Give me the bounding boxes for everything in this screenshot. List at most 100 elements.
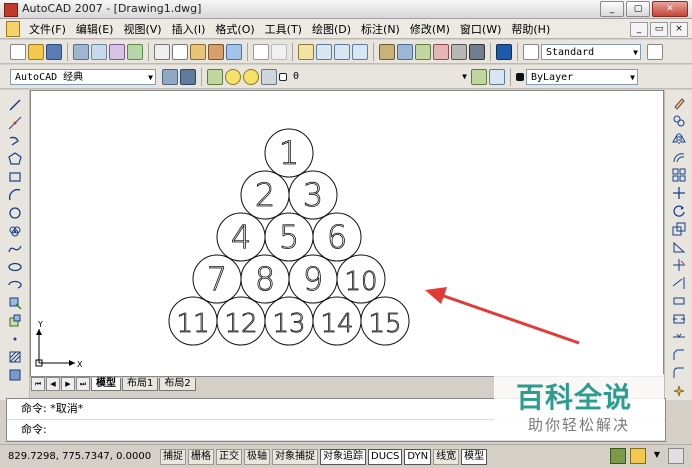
- rotate-icon[interactable]: [672, 204, 686, 218]
- pan-icon[interactable]: [298, 43, 314, 60]
- menu-tools[interactable]: 工具(T): [260, 21, 307, 37]
- copy-icon[interactable]: [172, 43, 188, 60]
- gradient-icon[interactable]: [8, 368, 22, 382]
- workspace-settings-icon[interactable]: [162, 68, 178, 85]
- menu-view[interactable]: 视图(V): [118, 21, 166, 37]
- osnap-toggle[interactable]: 对象捕捉: [272, 448, 318, 465]
- ducs-toggle[interactable]: DUCS: [368, 448, 403, 465]
- minimize-button[interactable]: _: [600, 1, 624, 17]
- ellipse-arc-icon[interactable]: [7, 278, 22, 292]
- fillet-icon[interactable]: [672, 366, 686, 380]
- document-icon[interactable]: [6, 20, 20, 37]
- doc-close-button[interactable]: ×: [670, 22, 688, 37]
- layer-lock-icon[interactable]: [261, 68, 277, 85]
- dimension-style-icon[interactable]: [647, 43, 663, 60]
- break-at-point-icon[interactable]: [672, 294, 686, 308]
- first-tab-icon[interactable]: ⏮: [31, 377, 45, 391]
- polyline-icon[interactable]: [8, 134, 22, 148]
- coordinate-readout[interactable]: 829.7298, 775.7347, 0.0000: [8, 451, 158, 462]
- menu-help[interactable]: 帮助(H): [506, 21, 555, 37]
- help-icon[interactable]: [496, 43, 512, 60]
- erase-icon[interactable]: [672, 96, 686, 110]
- my-workspace-icon[interactable]: [180, 68, 196, 85]
- doc-minimize-button[interactable]: _: [630, 22, 648, 37]
- circle-icon[interactable]: [8, 206, 22, 220]
- autocad-app-icon[interactable]: [4, 3, 18, 17]
- line-icon[interactable]: [8, 98, 22, 112]
- print-preview-icon[interactable]: [91, 43, 107, 60]
- make-block-icon[interactable]: [8, 314, 22, 328]
- ellipse-icon[interactable]: [7, 260, 22, 274]
- quickcalc-icon[interactable]: [469, 43, 485, 60]
- mirror-icon[interactable]: [671, 132, 686, 146]
- offset-icon[interactable]: [672, 150, 686, 164]
- break-icon[interactable]: [672, 312, 686, 326]
- otrack-toggle[interactable]: 对象追踪: [320, 448, 366, 465]
- maximize-button[interactable]: ▢: [626, 1, 650, 17]
- lineweight-toggle[interactable]: 线宽: [433, 448, 460, 465]
- lock-icon[interactable]: [630, 448, 646, 464]
- extend-icon[interactable]: [672, 276, 686, 290]
- layer-on-bulb-icon[interactable]: [225, 68, 241, 85]
- menu-dimension[interactable]: 标注(N): [356, 21, 405, 37]
- cut-icon[interactable]: [154, 43, 170, 60]
- make-object-layer-current-icon[interactable]: [471, 68, 487, 85]
- last-tab-icon[interactable]: ⏭: [76, 377, 90, 391]
- scale-icon[interactable]: [672, 222, 686, 236]
- chamfer-icon[interactable]: [672, 348, 686, 362]
- redo-icon[interactable]: [271, 43, 287, 60]
- array-icon[interactable]: [672, 168, 686, 182]
- communication-center-icon[interactable]: [610, 448, 626, 464]
- layer-properties-icon[interactable]: [207, 68, 223, 85]
- menu-modify[interactable]: 修改(M): [405, 21, 455, 37]
- text-style-icon[interactable]: [523, 43, 539, 60]
- next-tab-icon[interactable]: ▶: [61, 377, 75, 391]
- explode-icon[interactable]: [672, 384, 686, 398]
- zoom-previous-icon[interactable]: [352, 43, 368, 60]
- markup-icon[interactable]: [451, 43, 467, 60]
- menu-file[interactable]: 文件(F): [24, 21, 71, 37]
- doc-restore-button[interactable]: ▭: [650, 22, 668, 37]
- text-style-select[interactable]: Standard ▼: [541, 43, 641, 60]
- paste-icon[interactable]: [190, 43, 206, 60]
- snap-toggle[interactable]: 捕捉: [160, 448, 186, 465]
- zoom-window-icon[interactable]: [334, 43, 350, 60]
- insert-block-icon[interactable]: [8, 296, 22, 310]
- workspace-select[interactable]: AutoCAD 经典 ▼: [10, 68, 156, 85]
- tab-model[interactable]: 模型: [91, 377, 121, 391]
- dyn-toggle[interactable]: DYN: [404, 448, 432, 465]
- join-icon[interactable]: [672, 330, 686, 344]
- menu-edit[interactable]: 编辑(E): [71, 21, 119, 37]
- properties-icon[interactable]: [379, 43, 395, 60]
- open-folder-icon[interactable]: [28, 43, 44, 60]
- prev-tab-icon[interactable]: ◀: [46, 377, 60, 391]
- menu-insert[interactable]: 插入(I): [167, 21, 211, 37]
- layer-previous-icon[interactable]: [489, 68, 505, 85]
- clean-screen-icon[interactable]: [668, 448, 684, 464]
- hatch-icon[interactable]: [8, 350, 22, 364]
- 3d-dwf-icon[interactable]: [127, 43, 143, 60]
- tab-layout1[interactable]: 布局1: [122, 377, 159, 391]
- menu-draw[interactable]: 绘图(D): [307, 21, 356, 37]
- polar-toggle[interactable]: 极轴: [244, 448, 270, 465]
- new-file-icon[interactable]: [10, 43, 26, 60]
- menu-window[interactable]: 窗口(W): [455, 21, 506, 37]
- revision-cloud-icon[interactable]: [8, 224, 22, 238]
- zoom-realtime-icon[interactable]: [316, 43, 332, 60]
- publish-icon[interactable]: [109, 43, 125, 60]
- tab-layout2[interactable]: 布局2: [159, 377, 196, 391]
- point-icon[interactable]: [8, 332, 22, 346]
- design-center-icon[interactable]: [397, 43, 413, 60]
- print-icon[interactable]: [73, 43, 89, 60]
- sheet-set-icon[interactable]: [433, 43, 449, 60]
- stretch-icon[interactable]: [672, 240, 686, 254]
- save-icon[interactable]: [46, 43, 62, 60]
- match-properties-icon[interactable]: [208, 43, 224, 60]
- copy-object-icon[interactable]: [672, 114, 686, 128]
- color-control-select[interactable]: ByLayer ▼: [526, 68, 638, 85]
- trim-icon[interactable]: [672, 258, 686, 272]
- layer-select[interactable]: 0 ▼: [289, 69, 469, 85]
- menu-format[interactable]: 格式(O): [210, 21, 259, 37]
- rectangle-icon[interactable]: [8, 170, 22, 184]
- construction-line-icon[interactable]: [8, 116, 22, 130]
